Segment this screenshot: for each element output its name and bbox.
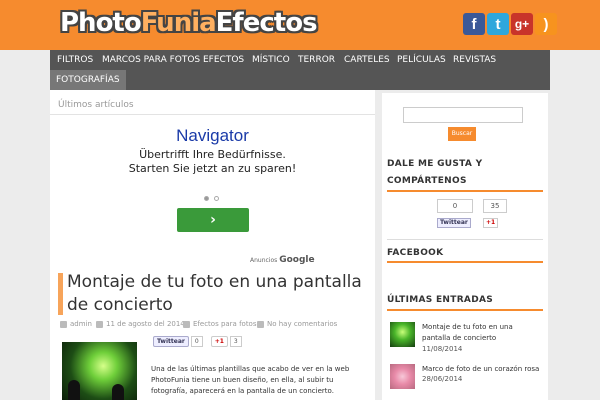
twitter-icon[interactable]: t [487,13,509,35]
widget-divider [387,261,543,263]
folder-icon [183,320,190,328]
latest-entries-title: ÚLTIMAS ENTRADAS [387,295,494,305]
section-label: Últimos artículos [58,100,134,110]
nav-item-peliculas[interactable]: Películas [397,50,446,70]
entry-title[interactable]: Montaje de tu foto en una pantalla de co… [422,322,542,344]
gplus-button[interactable]: +1 [210,336,228,347]
facebook-widget-title: FACEBOOK [387,248,444,258]
ad-pager-dot[interactable] [204,196,209,201]
widget-divider [387,309,543,311]
latest-entry[interactable]: Marco de foto de un corazón rosa 28/06/2… [390,364,545,394]
ad-pager [204,196,224,201]
post-date: 11 de agosto del 2014 [96,320,185,328]
post-author[interactable]: admin [60,320,92,328]
thumbnail-silhouette [112,384,124,400]
sidebar: Buscar DALE ME GUSTA Y COMPÁRTENOS 0 35 … [382,93,548,400]
social-links: f t g+ ) [461,13,557,35]
entry-thumbnail[interactable] [390,364,415,389]
post-excerpt: Una de las últimas plantillas que acabo … [151,365,350,395]
ad-attribution[interactable]: Anuncios Google [250,255,315,265]
like-widget-title: DALE ME GUSTA Y [387,159,483,169]
nav-item-fotografias[interactable]: Fotografías [50,70,126,90]
sidebar-gplus-button[interactable]: +1 [483,218,499,228]
google-plus-icon[interactable]: g+ [511,13,533,35]
tweet-button[interactable]: Twittear [153,336,189,347]
post-title[interactable]: Montaje de tu foto en una pantalla de co… [67,271,367,317]
widget-divider [387,190,543,192]
share-buttons: Twittear 0 +1 3 [153,336,250,347]
post-title-accent [58,273,63,315]
gplus-count-box: 35 [483,199,507,213]
calendar-icon [96,320,103,328]
nav-item-carteles[interactable]: Carteles [344,50,390,70]
user-icon [60,320,67,328]
facebook-icon[interactable]: f [463,13,485,35]
entry-title[interactable]: Marco de foto de un corazón rosa [422,364,542,375]
search-button[interactable]: Buscar [448,127,476,141]
main-content: Últimos artículos Navigator Übertrifft I… [50,90,375,400]
ad-text: Übertrifft Ihre Bedürfnisse. Starten Sie… [128,148,297,175]
entry-date: 28/06/2014 [422,375,463,383]
tweet-count: 0 [190,336,203,347]
sidebar-tweet-button[interactable]: Twittear [437,218,471,228]
like-count: 0 [437,199,473,213]
rss-icon[interactable]: ) [535,13,557,35]
post-category[interactable]: Efectos para fotos [183,320,257,328]
entry-thumbnail[interactable] [390,322,415,347]
ad-next-button[interactable]: › [177,208,249,232]
ad-pager-dot[interactable] [214,196,219,201]
post-comments[interactable]: No hay comentarios [257,320,337,328]
nav-item-revistas[interactable]: Revistas [453,50,496,70]
entry-date: 11/08/2014 [422,345,463,353]
widget-divider [387,239,543,240]
main-navigation: Filtros Marcos para fotos Efectos Místic… [50,50,550,90]
nav-item-efectos[interactable]: Efectos [203,50,244,70]
comment-icon [257,320,264,328]
section-divider [50,114,375,115]
like-widget-title-2: COMPÁRTENOS [387,176,467,186]
nav-item-mistico[interactable]: Místico [252,50,290,70]
search-input[interactable] [403,107,523,123]
latest-entry[interactable]: Montaje de tu foto en una pantalla de co… [390,322,545,353]
site-logo[interactable]: PhotoFuniaEfectos [60,8,318,38]
ad-title[interactable]: Navigator [50,126,375,146]
nav-item-marcos[interactable]: Marcos para fotos [102,50,200,70]
gplus-count: 3 [229,336,242,347]
nav-item-terror[interactable]: Terror [298,50,335,70]
nav-item-filtros[interactable]: Filtros [57,50,93,70]
site-header: PhotoFuniaEfectos f t g+ ) [0,0,600,50]
thumbnail-silhouette [68,380,80,400]
post-thumbnail[interactable] [62,342,137,400]
